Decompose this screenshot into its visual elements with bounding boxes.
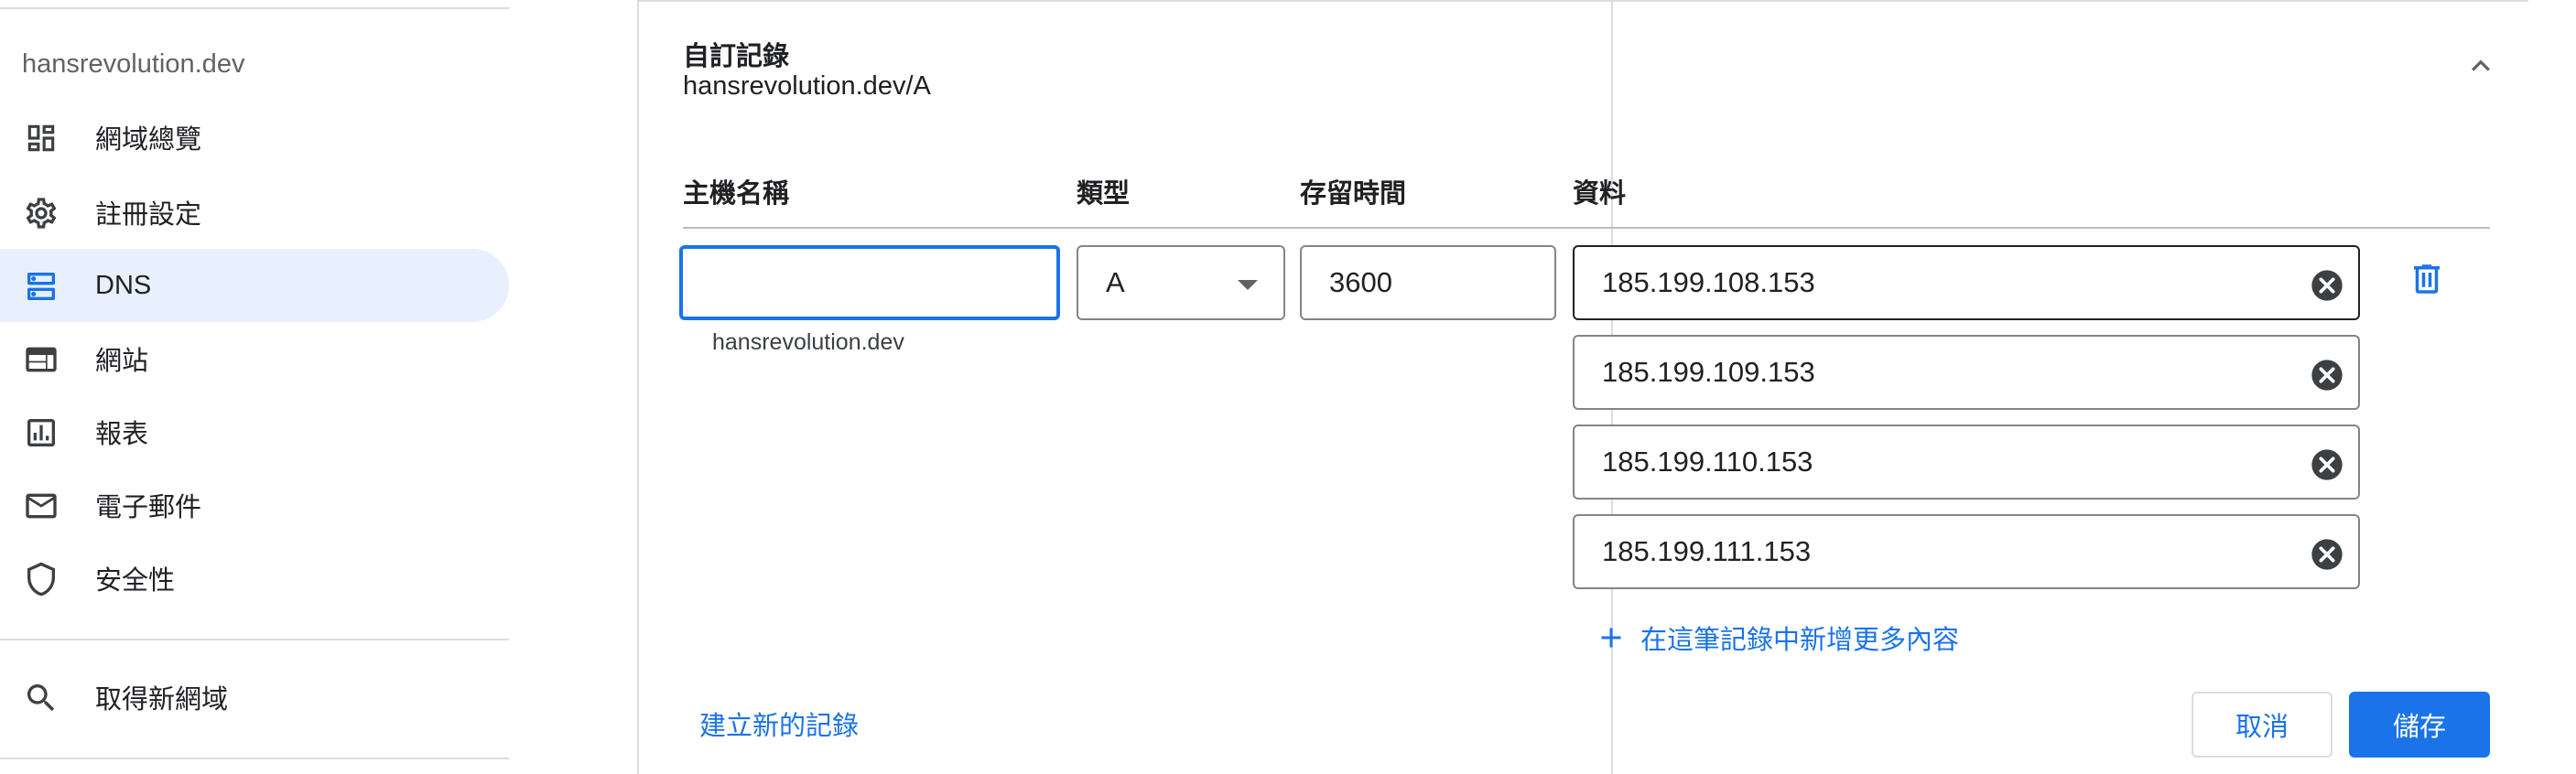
dashboard-icon [22, 119, 60, 157]
sidebar-item-label: 電子郵件 [95, 493, 202, 522]
type-value: A [1106, 266, 1125, 298]
search-icon [22, 679, 60, 717]
shield-icon [22, 560, 60, 598]
column-header-host: 主機名稱 [683, 179, 790, 209]
clear-icon[interactable] [2309, 267, 2345, 304]
ttl-value: 3600 [1329, 266, 1392, 298]
sidebar-top-divider [0, 7, 509, 9]
data-value: 185.199.108.153 [1602, 266, 1815, 298]
report-icon [22, 414, 60, 452]
column-header-type: 類型 [1077, 179, 1131, 209]
data-input-3[interactable]: 185.199.110.153 [1573, 425, 2360, 500]
host-name-hint: hansrevolution.dev [712, 329, 904, 355]
sidebar-item-label: 網域總覽 [95, 125, 202, 155]
sidebar-item-label: 網站 [95, 347, 149, 376]
add-more-data-link[interactable]: 在這筆記錄中新增更多內容 [1595, 618, 1959, 657]
sidebar-item-label: 取得新網域 [95, 685, 229, 715]
dropdown-arrow-icon [1238, 280, 1258, 290]
collapse-button[interactable] [2462, 48, 2499, 84]
sidebar-item-reports[interactable]: 報表 [0, 395, 509, 468]
sidebar-item-overview[interactable]: 網域總覽 [0, 101, 509, 174]
sidebar-item-dns[interactable]: DNS [0, 249, 509, 322]
save-button[interactable]: 儲存 [2349, 692, 2490, 758]
sidebar-divider [0, 758, 509, 759]
host-name-input[interactable] [679, 245, 1060, 320]
gear-icon [22, 194, 60, 232]
sidebar-item-get-domain[interactable]: 取得新網域 [0, 661, 509, 734]
website-icon [22, 340, 60, 379]
sidebar-item-label: 安全性 [95, 566, 176, 596]
custom-record-card [637, 0, 1613, 774]
sidebar-item-website[interactable]: 網站 [0, 322, 509, 395]
create-new-record-link[interactable]: 建立新的記錄 [699, 704, 859, 743]
sidebar-divider [0, 639, 509, 640]
column-header-ttl: 存留時間 [1300, 179, 1407, 209]
add-more-label: 在這筆記錄中新增更多內容 [1640, 626, 1960, 655]
domain-name: hansrevolution.dev [22, 49, 245, 79]
card-title: 自訂記錄 [683, 42, 790, 71]
data-value: 185.199.111.153 [1602, 535, 1812, 567]
clear-icon[interactable] [2309, 536, 2345, 573]
sidebar-item-registration[interactable]: 註冊設定 [0, 176, 509, 249]
data-input-4[interactable]: 185.199.111.153 [1573, 514, 2360, 589]
sidebar-item-security[interactable]: 安全性 [0, 542, 509, 615]
plus-icon [1601, 628, 1621, 648]
sidebar: hansrevolution.dev 網域總覽 註冊設定 DNS 網站 報表 電… [0, 0, 513, 774]
data-input-1[interactable]: 185.199.108.153 [1573, 245, 2360, 320]
email-icon [22, 487, 60, 525]
column-header-data: 資料 [1573, 179, 1627, 209]
clear-icon[interactable] [2309, 357, 2345, 393]
data-value: 185.199.109.153 [1602, 356, 1815, 388]
sidebar-item-label: 註冊設定 [95, 200, 202, 230]
cancel-button[interactable]: 取消 [2192, 692, 2332, 758]
clear-icon[interactable] [2309, 446, 2345, 483]
type-select[interactable]: A [1077, 245, 1285, 320]
delete-icon[interactable] [2408, 260, 2446, 298]
data-value: 185.199.110.153 [1602, 446, 1813, 478]
sidebar-item-email[interactable]: 電子郵件 [0, 468, 509, 542]
dns-icon [22, 267, 60, 306]
card-subtitle: hansrevolution.dev/A [683, 71, 931, 101]
sidebar-item-label: 報表 [95, 420, 149, 449]
header-divider [683, 227, 2490, 229]
sidebar-item-label: DNS [95, 270, 152, 300]
chevron-up-icon [2472, 59, 2490, 71]
ttl-input[interactable]: 3600 [1300, 245, 1556, 320]
data-input-2[interactable]: 185.199.109.153 [1573, 335, 2360, 410]
